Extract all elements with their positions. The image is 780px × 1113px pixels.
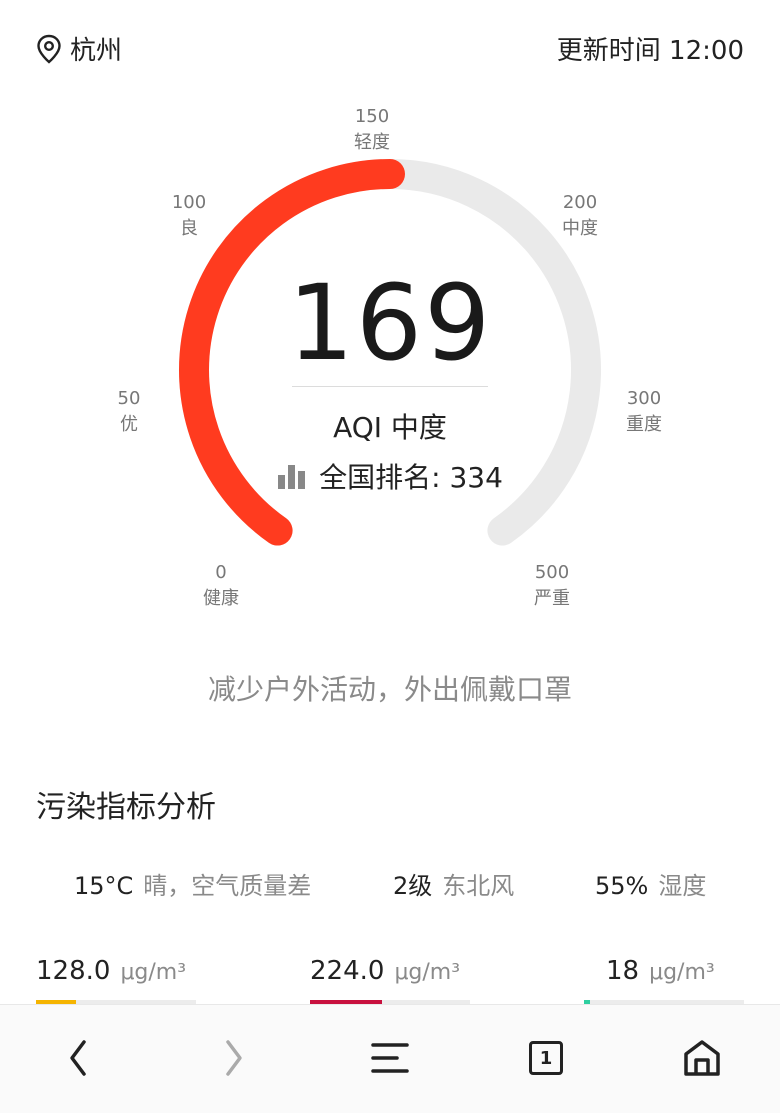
humidity: 55% 湿度 — [595, 872, 707, 900]
menu-icon — [371, 1043, 409, 1073]
location-pin-icon — [37, 34, 61, 64]
pollutant-value-3: 18 μg/m³ — [606, 956, 715, 986]
health-advice: 减少户外活动，外出佩戴口罩 — [207, 673, 572, 706]
tabs-button[interactable]: 1 — [516, 1028, 576, 1088]
wind: 2级 东北风 — [393, 872, 515, 900]
rank-text: 全国排名: 334 — [319, 461, 503, 494]
location[interactable]: 杭州 — [36, 30, 122, 67]
pollutant-value-2: 224.0 μg/m³ — [310, 956, 461, 986]
update-time: 更新时间 12:00 — [556, 36, 744, 66]
forward-button[interactable] — [204, 1028, 264, 1088]
gauge-divider — [292, 386, 488, 387]
city-name: 杭州 — [70, 36, 123, 66]
chevron-left-icon — [70, 1040, 86, 1076]
aqi-value: 169 — [287, 262, 493, 384]
tabs-icon: 1 — [529, 1041, 563, 1075]
gauge-tick-0: 0 健康 — [203, 562, 239, 609]
home-icon — [684, 1040, 720, 1076]
national-rank[interactable]: 全国排名: 334 — [0, 456, 780, 496]
bar-chart-icon — [278, 465, 306, 489]
weather-condition: 15°C 晴，空气质量差 — [74, 872, 312, 900]
section-title: 污染指标分析 — [36, 790, 216, 825]
menu-button[interactable] — [360, 1028, 420, 1088]
back-button[interactable] — [48, 1028, 108, 1088]
tab-count: 1 — [539, 1047, 553, 1069]
aqi-level: AQI 中度 — [333, 411, 447, 444]
gauge-tick-100: 100 良 — [171, 192, 207, 239]
home-button[interactable] — [672, 1028, 732, 1088]
gauge-tick-150: 150 轻度 — [354, 106, 390, 153]
gauge-tick-200: 200 中度 — [562, 192, 598, 239]
gauge-tick-500: 500 严重 — [534, 562, 570, 609]
chevron-right-icon — [226, 1040, 242, 1076]
pollutant-value-1: 128.0 μg/m³ — [36, 956, 187, 986]
